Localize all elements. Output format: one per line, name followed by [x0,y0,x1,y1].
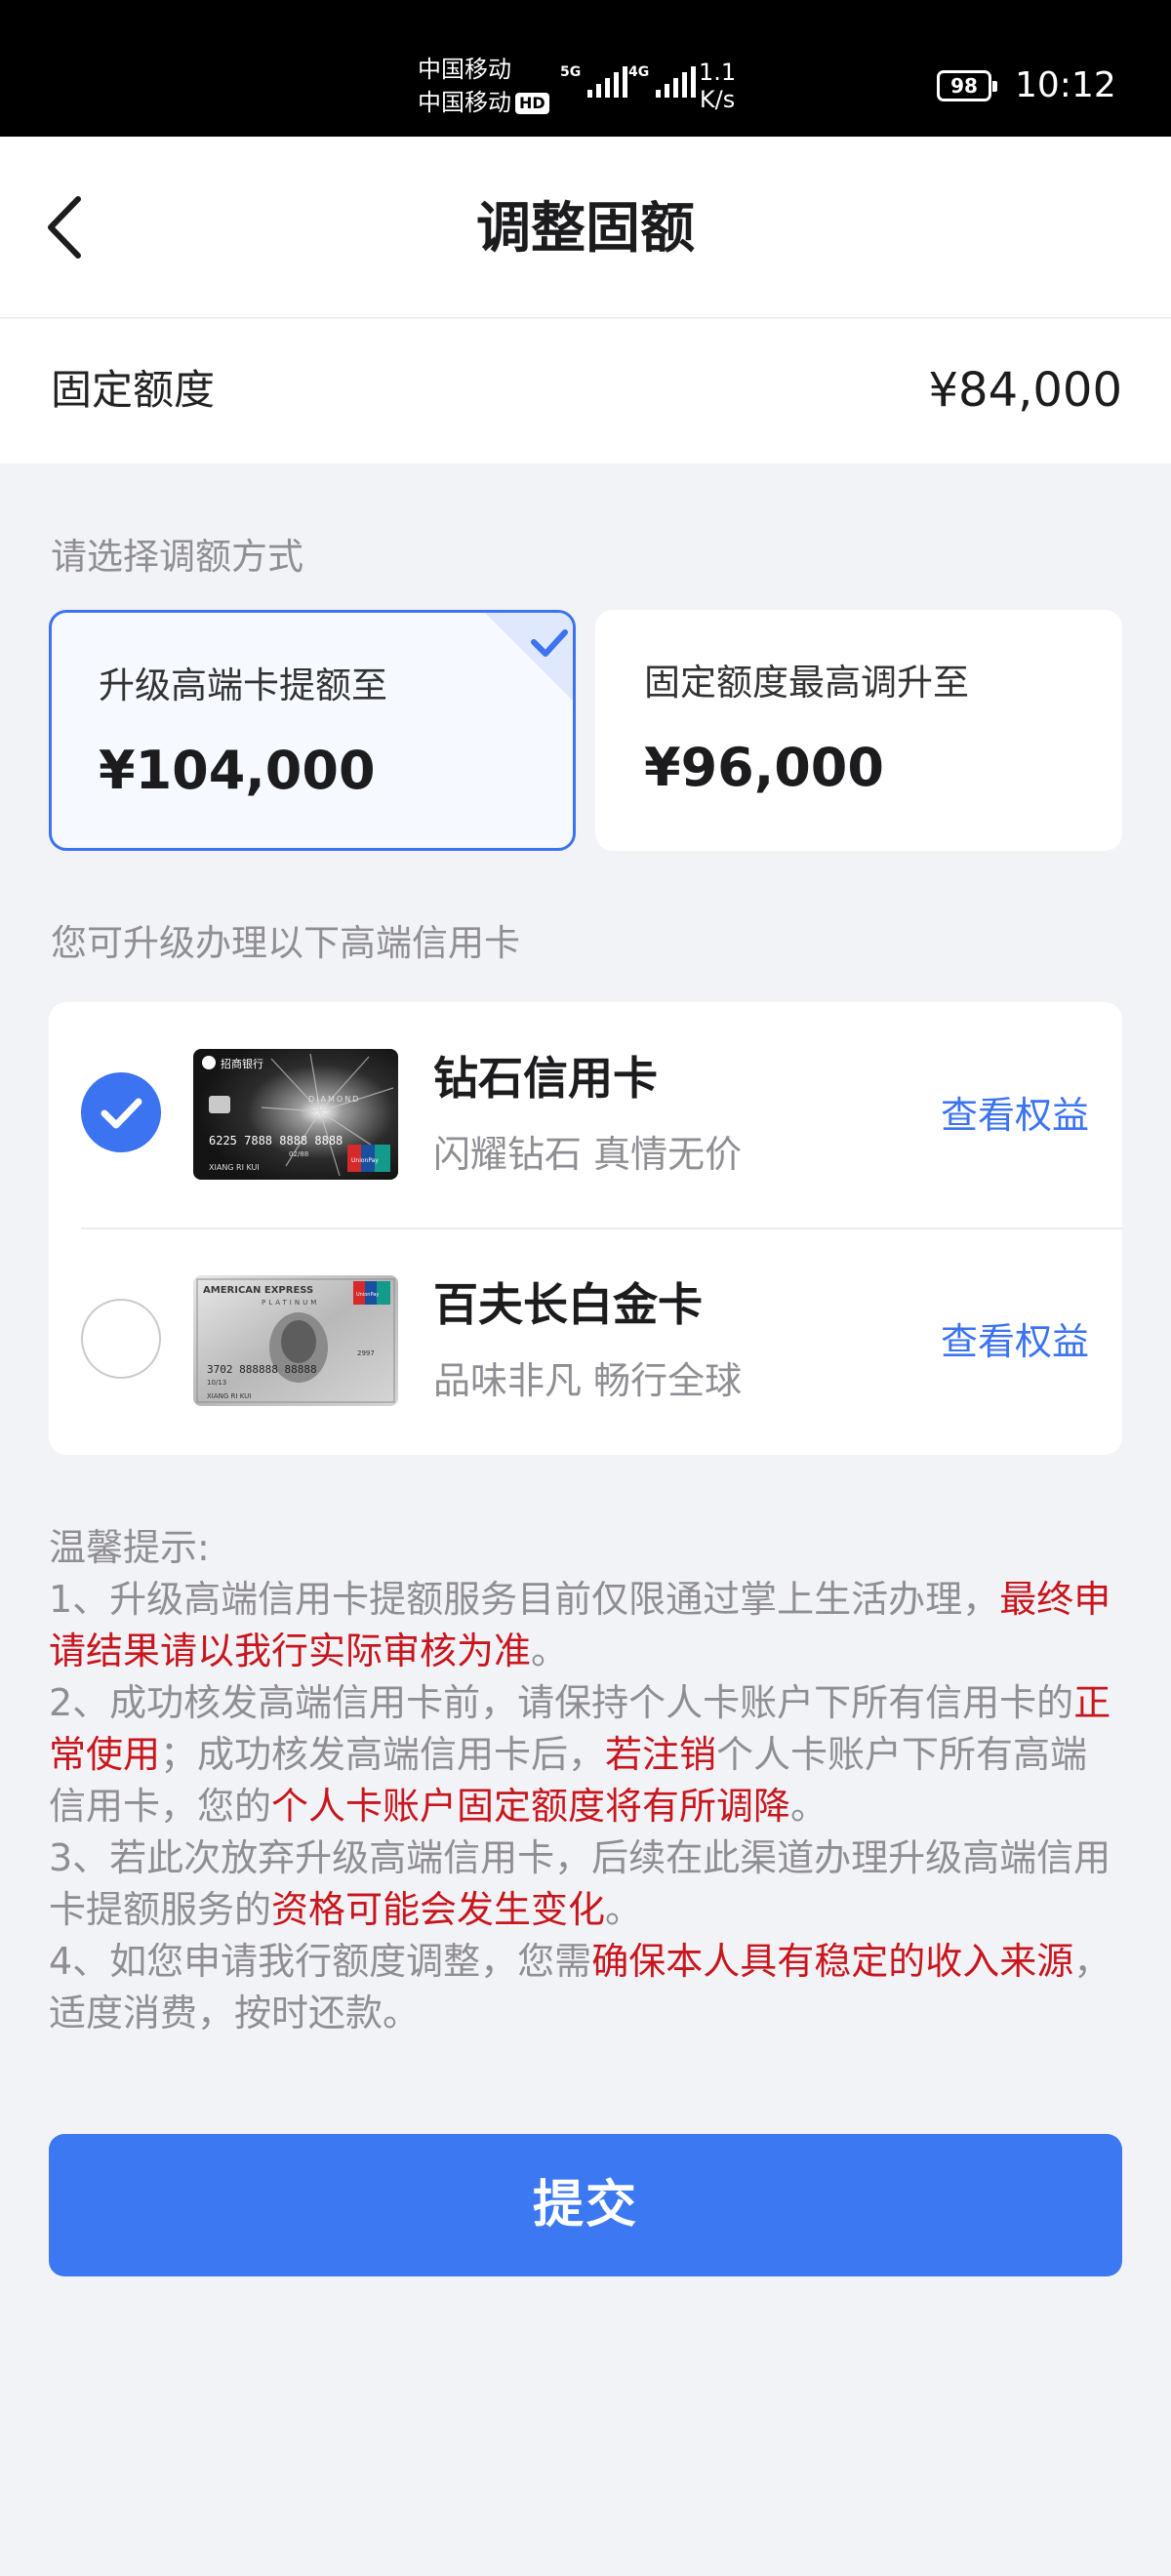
tip-text: 4、如您申请我行额度调整，您需 [49,1940,592,1983]
status-bar: 中国移动 中国移动 HD 5G 4G 1.1 K/s 98 10:12 [0,0,1171,137]
unionpay-logo-icon: UnionPay [353,1281,390,1305]
net-speed-value: 1.1 [699,59,737,86]
tip-4: 4、如您申请我行额度调整，您需确保本人具有稳定的收入来源，适度消费，按时还款。 [49,1936,1122,2039]
tip-text: 2、成功核发高端信用卡前，请保持个人卡账户下所有信用卡的 [49,1681,1074,1724]
tip-highlight: 资格可能会发生变化 [271,1888,606,1931]
view-benefits-link[interactable]: 查看权益 [941,1092,1089,1139]
card-brand-text: AMERICAN EXPRESS [203,1285,313,1296]
tip-3: 3、若此次放弃升级高端信用卡，后续在此渠道办理升级高端信用卡提额服务的资格可能会… [49,1832,1122,1936]
tip-text: ；成功核发高端信用卡后， [160,1733,606,1776]
radio-unchecked-icon[interactable] [81,1299,161,1379]
card-row-diamond[interactable]: 招商银行 DIAMOND 6225 7888 8888 8888 02/88 X… [49,1002,1122,1229]
fixed-amount-row: 固定额度 ¥84,000 [0,319,1171,463]
carrier-1: 中国移动 [418,56,511,83]
card-expiry-text: 02/88 [289,1150,308,1158]
tip-2: 2、成功核发高端信用卡前，请保持个人卡账户下所有信用卡的正常使用；成功核发高端信… [49,1677,1122,1832]
card-network-text: UnionPay [356,1292,379,1298]
card-number-text: 6225 7888 8888 8888 [209,1134,343,1147]
card-desc: 闪耀钻石 真情无价 [433,1133,743,1176]
net-speed-unit: K/s [699,86,736,113]
carrier-info: 中国移动 中国移动 HD [418,53,549,119]
tip-highlight: 若注销 [605,1733,717,1776]
submit-button[interactable]: 提交 [49,2134,1122,2276]
tip-highlight: 个人卡账户固定额度将有所调降 [271,1785,791,1828]
card-network-text: UnionPay [351,1157,379,1164]
option-amount: ¥96,000 [644,737,884,798]
card-name: 百夫长白金卡 [433,1278,703,1331]
battery-icon: 98 [937,70,997,101]
carrier-2: 中国移动 [418,89,511,116]
platinum-card-image: AMERICAN EXPRESS PLATINUM 3702 888888 88… [193,1275,398,1406]
radio-checked-icon[interactable] [81,1072,161,1152]
card-expiry-text: 10/13 [207,1379,226,1387]
method-section-label: 请选择调额方式 [51,536,303,578]
card-bank-text: 招商银行 [221,1057,263,1070]
tip-text: 1、升级高端信用卡提额服务目前仅限通过掌上生活办理， [49,1578,1000,1621]
tips-block: 温馨提示: 1、升级高端信用卡提额服务目前仅限通过掌上生活办理，最终申请结果请以… [49,1522,1122,2039]
card-number-text: 3702 888888 88888 [207,1363,317,1376]
diamond-card-image: 招商银行 DIAMOND 6225 7888 8888 8888 02/88 X… [193,1049,398,1180]
checkmark-icon [101,1098,142,1129]
tip-text: 。 [605,1888,643,1931]
check-corner-icon [485,613,573,701]
signal-4g-icon: 4G [628,64,697,98]
tip-text: 。 [531,1630,569,1672]
card-row-platinum[interactable]: AMERICAN EXPRESS PLATINUM 3702 888888 88… [49,1228,1122,1455]
card-code-text: 2997 [357,1349,375,1357]
tip-text: 。 [790,1785,828,1828]
hd-badge: HD [515,93,549,114]
view-benefits-link[interactable]: 查看权益 [941,1318,1089,1365]
network-5g-label: 5G [560,64,582,80]
tip-1: 1、升级高端信用卡提额服务目前仅限通过掌上生活办理，最终申请结果请以我行实际审核… [49,1574,1122,1677]
net-speed: 1.1 K/s [699,59,736,113]
clock: 10:12 [1015,65,1116,105]
card-desc: 品味非凡 畅行全球 [433,1359,743,1402]
tip-highlight: 确保本人具有稳定的收入来源 [591,1940,1074,1983]
nav-bar: 调整固额 [0,137,1171,318]
signal-5g-icon: 5G [560,64,628,98]
card-name: 钻石信用卡 [433,1052,658,1105]
page-title: 调整固额 [476,197,695,261]
card-list: 招商银行 DIAMOND 6225 7888 8888 8888 02/88 X… [49,1002,1122,1455]
option-title: 升级高端卡提额至 [99,664,387,706]
option-title: 固定额度最高调升至 [644,662,969,704]
cards-section-label: 您可升级办理以下高端信用卡 [51,922,520,964]
card-sub-text: PLATINUM [262,1299,319,1307]
unionpay-logo-icon: UnionPay [347,1145,390,1172]
option-fixed-raise[interactable]: 固定额度最高调升至 ¥96,000 [595,610,1122,851]
network-4g-label: 4G [628,64,650,80]
option-upgrade-card[interactable]: 升级高端卡提额至 ¥104,000 [49,610,576,851]
tips-title: 温馨提示: [49,1526,210,1569]
fixed-amount-value: ¥84,000 [928,363,1123,418]
fixed-amount-label: 固定额度 [51,366,216,414]
option-amount: ¥104,000 [99,740,376,801]
card-holder-text: XIANG RI KUI [209,1163,260,1172]
card-holder-text: XIANG RI KUI [207,1392,251,1400]
card-brand-text: DIAMOND [308,1095,360,1104]
